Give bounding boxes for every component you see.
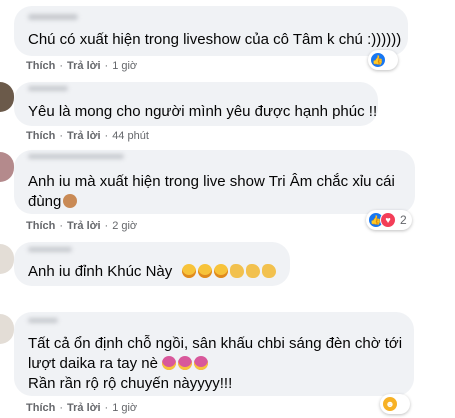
commenter-name-redacted[interactable]	[28, 86, 68, 91]
comment-bubble: Tất cả ổn định chỗ ngồi, sân khấu chbi s…	[14, 312, 414, 396]
comment-time[interactable]: 1 giờ	[112, 60, 137, 72]
commenter-name-redacted[interactable]	[28, 247, 72, 252]
monkey-emoji-icon	[63, 194, 78, 208]
avatar[interactable]	[0, 82, 14, 112]
avatar[interactable]	[0, 314, 14, 344]
comment-bubble: Chú có xuất hiện trong liveshow của cô T…	[14, 6, 408, 56]
comment-text: Anh iu mà xuất hiện trong live show Tri …	[28, 173, 395, 190]
laughing-emoji-icon	[214, 264, 229, 278]
haha-icon: ☻	[382, 396, 398, 412]
comment-bubble: Anh iu mà xuất hiện trong live show Tri …	[14, 150, 415, 214]
comment-text: Chú có xuất hiện trong liveshow của cô T…	[28, 31, 402, 48]
comment-actions: Thích · Trả lời · 44 phút	[26, 130, 149, 142]
comment-text: Anh iu đỉnh Khúc Này	[28, 262, 277, 281]
comment-text-line-2: lượt daika ra tay nè	[28, 354, 208, 373]
star-struck-emoji-icon	[161, 356, 176, 370]
commenter-name-redacted[interactable]	[28, 14, 78, 20]
clapping-hands-icon	[246, 264, 261, 278]
commenter-name-redacted[interactable]	[28, 318, 58, 323]
reply-link[interactable]: Trả lời	[67, 402, 101, 414]
comment-actions: Thích · Trả lời · 1 giờ	[26, 60, 138, 72]
reply-link[interactable]: Trả lời	[67, 60, 101, 72]
comment-text-line-3: Rần rần rộ rộ chuyến nàyyyy!!!	[28, 375, 233, 392]
comment-text: Tất cả ổn định chỗ ngồi, sân khấu chbi s…	[28, 335, 403, 352]
reply-link[interactable]: Trả lời	[67, 220, 101, 232]
reaction-count: 2	[400, 213, 407, 227]
reply-link[interactable]: Trả lời	[67, 130, 101, 142]
clapping-hands-icon	[230, 264, 245, 278]
love-icon: ♥	[380, 212, 396, 228]
avatar[interactable]	[0, 152, 14, 182]
commenter-name-redacted[interactable]	[28, 154, 124, 159]
comment-bubble: Yêu là mong cho người mình yêu được hạnh…	[14, 82, 378, 126]
comment-actions: Thích · Trả lời · 2 giờ	[26, 220, 138, 232]
laughing-emoji-icon	[182, 264, 197, 278]
star-struck-emoji-icon	[193, 356, 208, 370]
like-link[interactable]: Thích	[26, 130, 55, 142]
star-struck-emoji-icon	[177, 356, 192, 370]
comment-text: Yêu là mong cho người mình yêu được hạnh…	[28, 103, 378, 120]
comment-time[interactable]: 1 giờ	[112, 402, 137, 414]
comment-text-line-2: đùng	[28, 192, 78, 211]
comment-time[interactable]: 2 giờ	[112, 220, 137, 232]
reaction-summary[interactable]: ☻	[380, 394, 410, 414]
comment-time[interactable]: 44 phút	[112, 130, 149, 142]
like-link[interactable]: Thích	[26, 60, 55, 72]
comment-bubble: Anh iu đỉnh Khúc Này	[14, 242, 290, 286]
like-icon: 👍	[370, 52, 386, 68]
laughing-emoji-icon	[198, 264, 213, 278]
comment-actions: Thích · Trả lời · 1 giờ	[26, 402, 138, 414]
like-link[interactable]: Thích	[26, 220, 55, 232]
reaction-summary[interactable]: 👍 ♥ 2	[366, 210, 412, 230]
like-link[interactable]: Thích	[26, 402, 55, 414]
avatar[interactable]	[0, 244, 14, 274]
clapping-hands-icon	[262, 264, 277, 278]
reaction-summary[interactable]: 👍	[368, 50, 398, 70]
